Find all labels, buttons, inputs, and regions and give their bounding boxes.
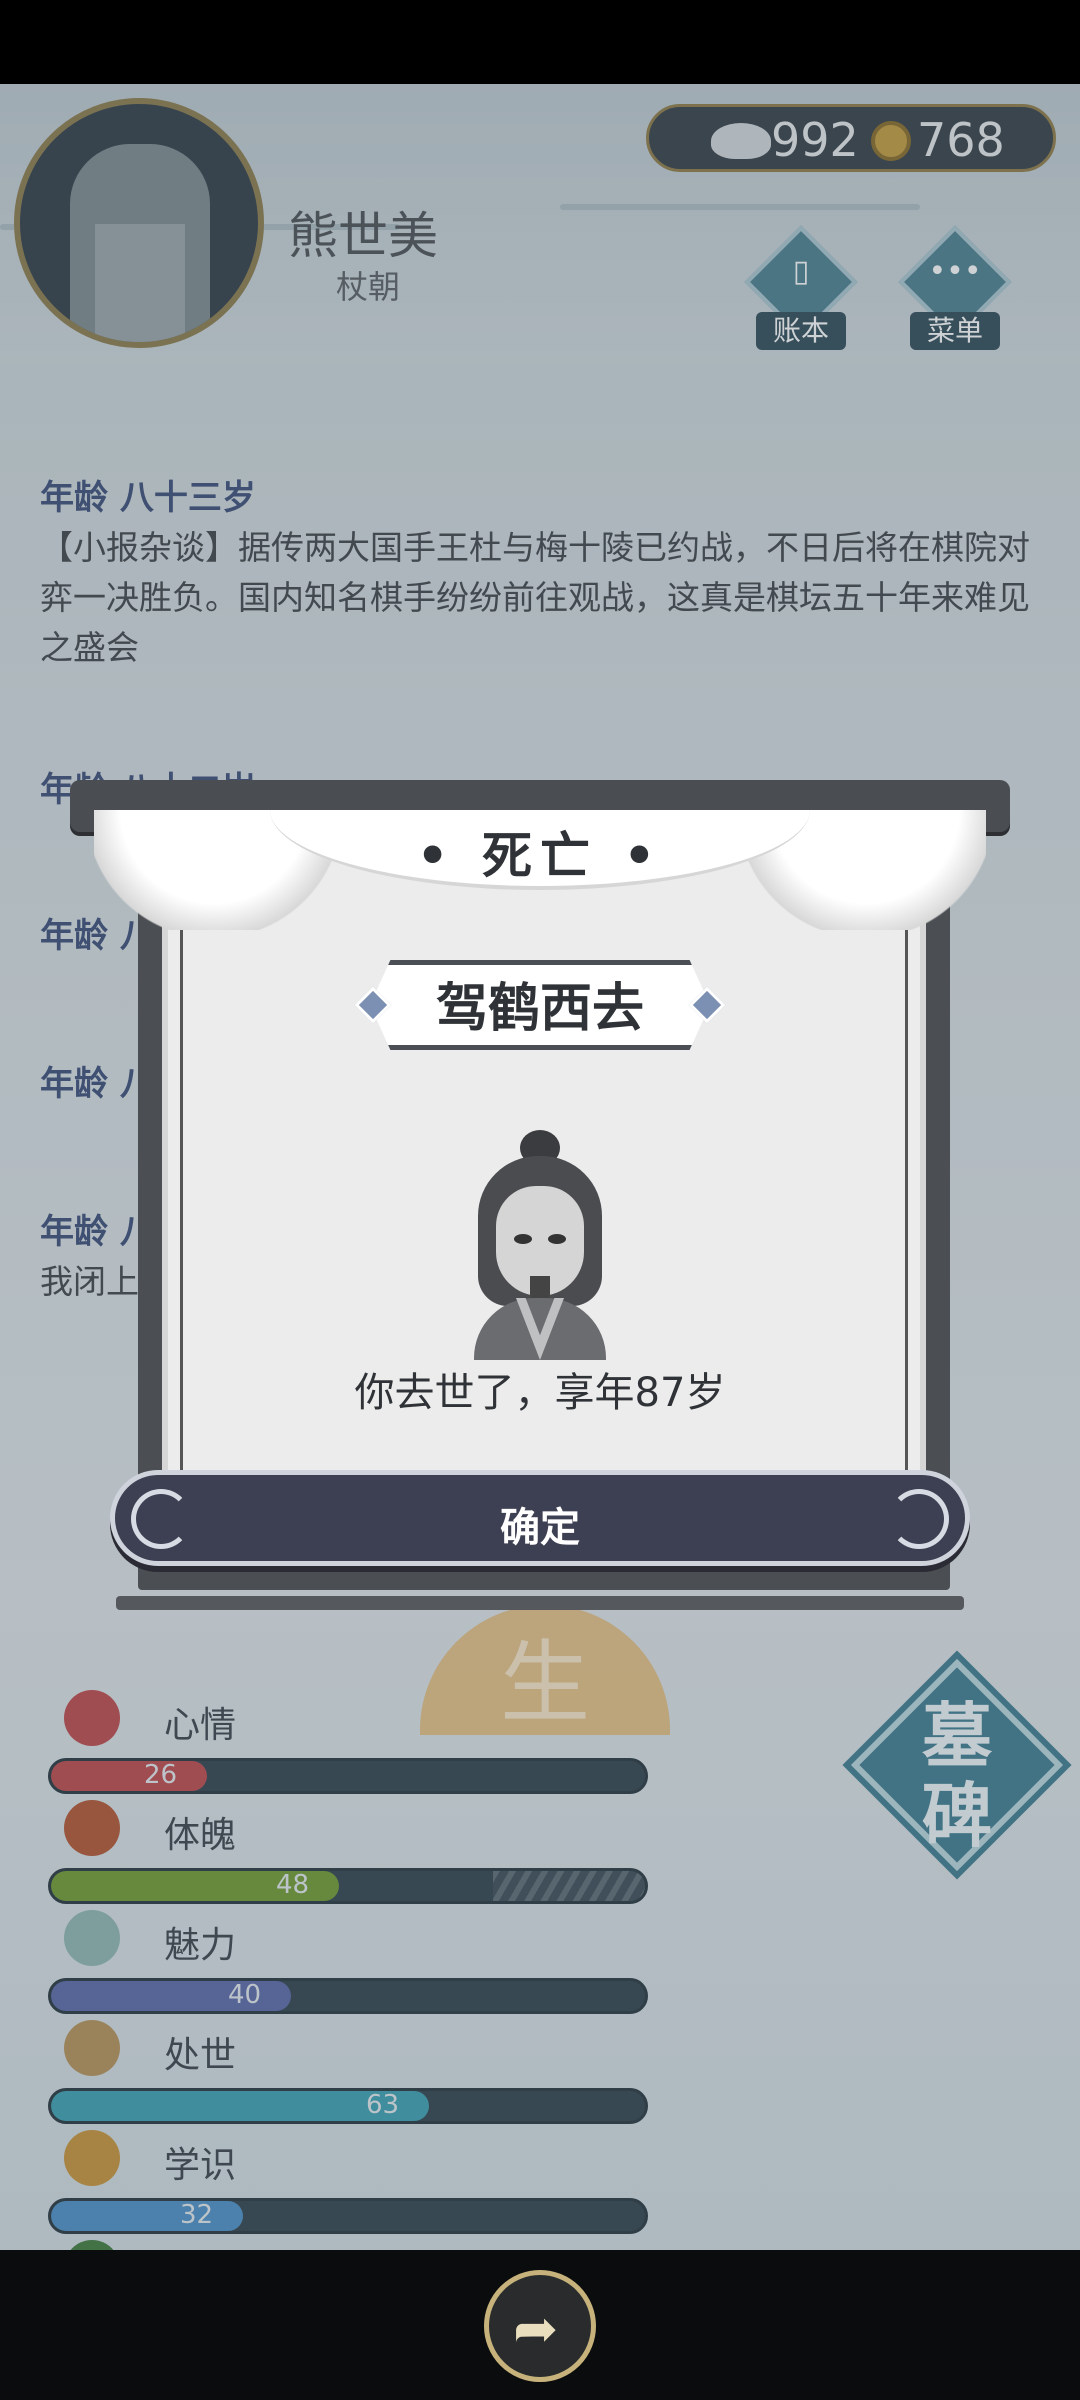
share-icon: ➦ [513,2297,559,2360]
dialog-title: • 死亡 • [416,827,664,885]
confirm-button[interactable]: 确定 [110,1470,970,1566]
confirm-label: 确定 [500,1505,580,1551]
share-button[interactable]: ➦ [484,2270,596,2382]
elder-portrait [470,1130,610,1360]
death-message: 你去世了，享年87岁 [354,1370,726,1416]
dialog-base [116,1596,964,1610]
eye [548,1234,566,1244]
eye [514,1234,532,1244]
death-dialog: • 死亡 • 驾鹤西去 你去世了，享年87岁 确定 [70,770,1010,1620]
banner-text: 驾鹤西去 [435,979,644,1039]
status-bar [0,0,1080,84]
